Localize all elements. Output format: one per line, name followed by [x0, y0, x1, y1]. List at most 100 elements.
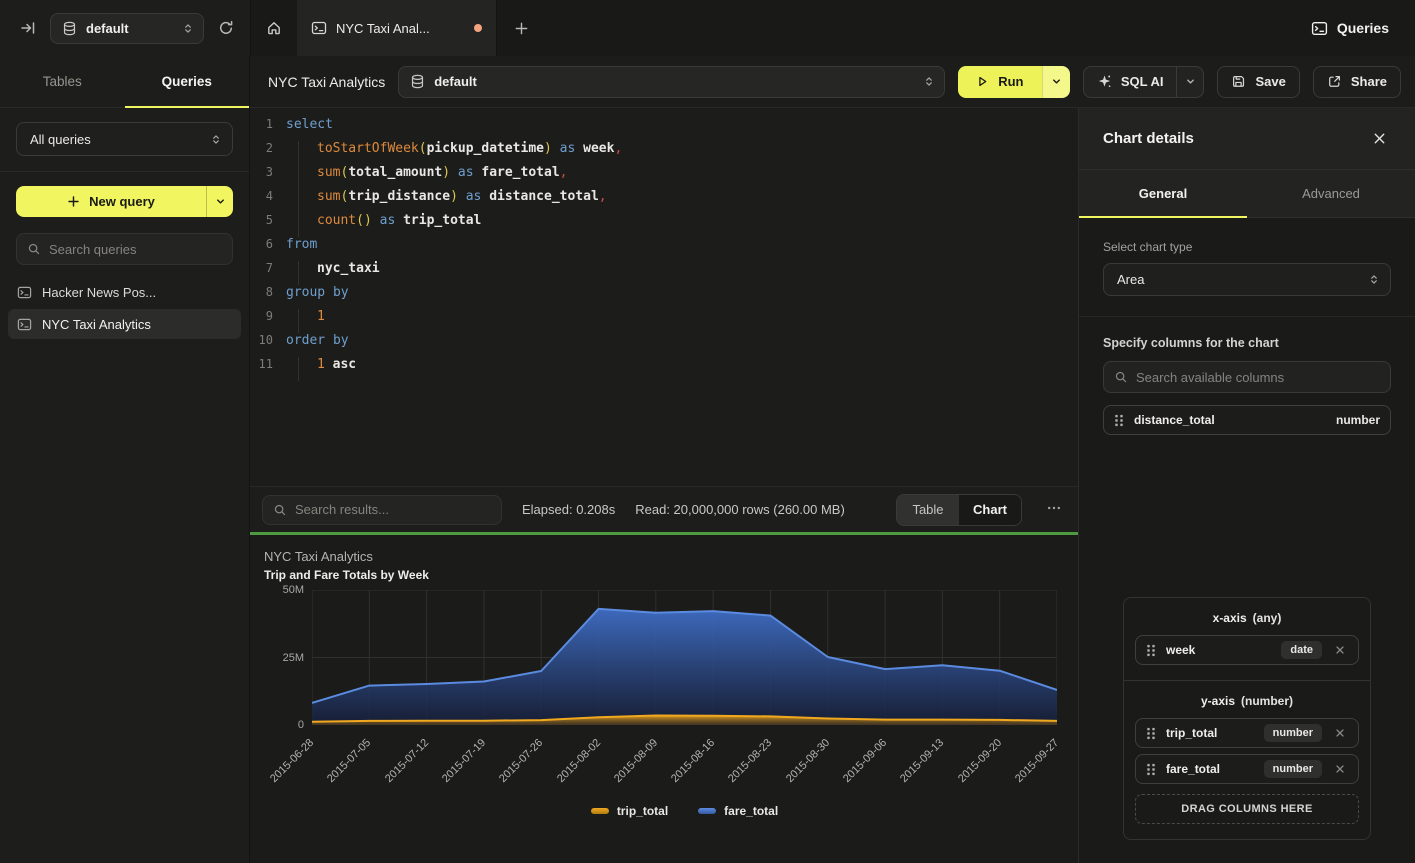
- terminal-icon: [17, 285, 32, 300]
- chart-subtitle: Trip and Fare Totals by Week: [264, 566, 1078, 584]
- sql-ai-caret[interactable]: [1176, 67, 1203, 97]
- code-token: as: [552, 141, 583, 156]
- save-button[interactable]: Save: [1217, 66, 1299, 98]
- column-chip-week[interactable]: weekdate: [1135, 635, 1359, 665]
- chart-title: NYC Taxi Analytics: [264, 547, 1078, 566]
- line-number: 7: [250, 261, 286, 285]
- code-token: sum: [317, 189, 340, 204]
- database-selector[interactable]: default: [50, 13, 204, 44]
- new-query-button[interactable]: New query: [16, 186, 233, 217]
- line-number: 9: [250, 309, 286, 333]
- line-number: 6: [250, 237, 286, 261]
- refresh-button[interactable]: [214, 16, 238, 40]
- results-bar: Elapsed: 0.208s Read: 20,000,000 rows (2…: [250, 486, 1078, 532]
- run-button[interactable]: Run: [958, 66, 1070, 98]
- new-query-caret[interactable]: [206, 186, 233, 217]
- remove-column-button[interactable]: [1332, 642, 1348, 658]
- y-axis-title: y-axis: [1201, 694, 1235, 708]
- code-text: select: [286, 117, 333, 141]
- column-chip-name: trip_total: [1166, 726, 1254, 740]
- y-axis-section: y-axis (number) trip_totalnumberfare_tot…: [1124, 681, 1370, 839]
- column-chip-distance_total[interactable]: distance_totalnumber: [1103, 405, 1391, 435]
- chart-details-tab-general[interactable]: General: [1079, 170, 1247, 217]
- query-list-item[interactable]: NYC Taxi Analytics: [8, 309, 241, 339]
- column-chip-trip_total[interactable]: trip_totalnumber: [1135, 718, 1359, 748]
- share-button[interactable]: Share: [1313, 66, 1401, 98]
- column-type-badge: number: [1264, 760, 1322, 778]
- code-line: 3sum(total_amount) as fare_total,: [250, 165, 1078, 189]
- column-type-label: number: [1336, 413, 1380, 427]
- sidebar-tab-queries[interactable]: Queries: [125, 56, 250, 107]
- code-token: as: [458, 189, 489, 204]
- run-database-selector[interactable]: default: [398, 66, 945, 98]
- line-number: 10: [250, 333, 286, 357]
- y-axis-hint: (number): [1241, 694, 1293, 708]
- query-tab-nyc-taxi[interactable]: NYC Taxi Anal...: [297, 0, 497, 56]
- code-text: nyc_taxi: [286, 261, 380, 285]
- remove-column-button[interactable]: [1332, 725, 1348, 741]
- search-results-input[interactable]: [295, 502, 491, 517]
- legend-item-trip_total[interactable]: trip_total: [591, 804, 668, 818]
- x-axis-section: x-axis (any) weekdate: [1124, 598, 1370, 680]
- sql-ai-button[interactable]: SQL AI: [1083, 66, 1205, 98]
- axes-card: x-axis (any) weekdate y-axis (number): [1123, 597, 1371, 840]
- code-token: ): [442, 165, 450, 180]
- indent-guide: [286, 357, 317, 381]
- code-line: 10order by: [250, 333, 1078, 357]
- area-chart-svg: [312, 590, 1057, 725]
- sidebar-divider: [0, 171, 249, 172]
- chart-details-tab-advanced[interactable]: Advanced: [1247, 170, 1415, 217]
- indent-guide: [286, 165, 317, 189]
- x-axis-hint: (any): [1253, 611, 1282, 625]
- y-axis-chips: trip_totalnumberfare_totalnumber: [1135, 718, 1359, 784]
- play-icon: [976, 75, 989, 88]
- chart-type-select[interactable]: Area: [1103, 263, 1391, 296]
- collapse-sidebar-button[interactable]: [16, 16, 40, 40]
- code-token: order by: [286, 333, 349, 348]
- sidebar-tab-tables[interactable]: Tables: [0, 56, 125, 107]
- read-stat: Read: 20,000,000 rows (260.00 MB): [635, 502, 845, 517]
- chart-details-header: Chart details: [1079, 108, 1415, 170]
- close-icon: [1334, 763, 1346, 775]
- code-line: 6from: [250, 237, 1078, 261]
- close-icon: [1334, 727, 1346, 739]
- line-number: 8: [250, 285, 286, 309]
- line-number: 5: [250, 213, 286, 237]
- code-line: 1select: [250, 117, 1078, 141]
- code-text: 1: [286, 309, 325, 333]
- drag-handle-icon: [1146, 644, 1156, 657]
- remove-column-button[interactable]: [1332, 761, 1348, 777]
- sql-editor[interactable]: 1select2toStartOfWeek(pickup_datetime) a…: [250, 108, 1078, 486]
- query-toolbar: NYC Taxi Analytics default Ru: [250, 56, 1415, 108]
- results-more-button[interactable]: [1042, 498, 1066, 521]
- line-number: 4: [250, 189, 286, 213]
- query-list-item[interactable]: Hacker News Pos...: [8, 277, 241, 307]
- queries-link[interactable]: Queries: [1311, 20, 1389, 37]
- search-columns-input[interactable]: [1136, 370, 1380, 385]
- new-query-main: New query: [16, 186, 206, 217]
- x-axis-chips: weekdate: [1135, 635, 1359, 665]
- view-toggle-table[interactable]: Table: [897, 495, 959, 525]
- search-queries-input[interactable]: [49, 242, 222, 257]
- close-panel-button[interactable]: [1368, 127, 1391, 150]
- all-queries-select[interactable]: All queries: [16, 122, 233, 156]
- drag-columns-drop-zone[interactable]: DRAG COLUMNS HERE: [1135, 794, 1359, 824]
- home-tab-button[interactable]: [251, 0, 297, 56]
- code-text: sum(trip_distance) as distance_total,: [286, 189, 607, 213]
- chart-type-value: Area: [1117, 272, 1368, 287]
- column-chip-name: week: [1166, 643, 1271, 657]
- chart-details-content: Select chart type Area Specify columns f…: [1079, 218, 1415, 863]
- chart-plot-area: 025M50M: [312, 590, 1057, 725]
- code-token: from: [286, 237, 317, 252]
- run-options-caret[interactable]: [1042, 66, 1070, 98]
- code-token: pickup_datetime: [427, 141, 544, 156]
- view-toggle-chart[interactable]: Chart: [959, 495, 1021, 525]
- column-chip-fare_total[interactable]: fare_totalnumber: [1135, 754, 1359, 784]
- new-tab-button[interactable]: [497, 0, 545, 56]
- share-button-label: Share: [1351, 74, 1387, 89]
- code-token: select: [286, 117, 333, 132]
- code-token: (: [419, 141, 427, 156]
- line-number: 3: [250, 165, 286, 189]
- chevron-down-icon: [1051, 76, 1062, 87]
- collapse-sidebar-icon: [20, 20, 36, 36]
